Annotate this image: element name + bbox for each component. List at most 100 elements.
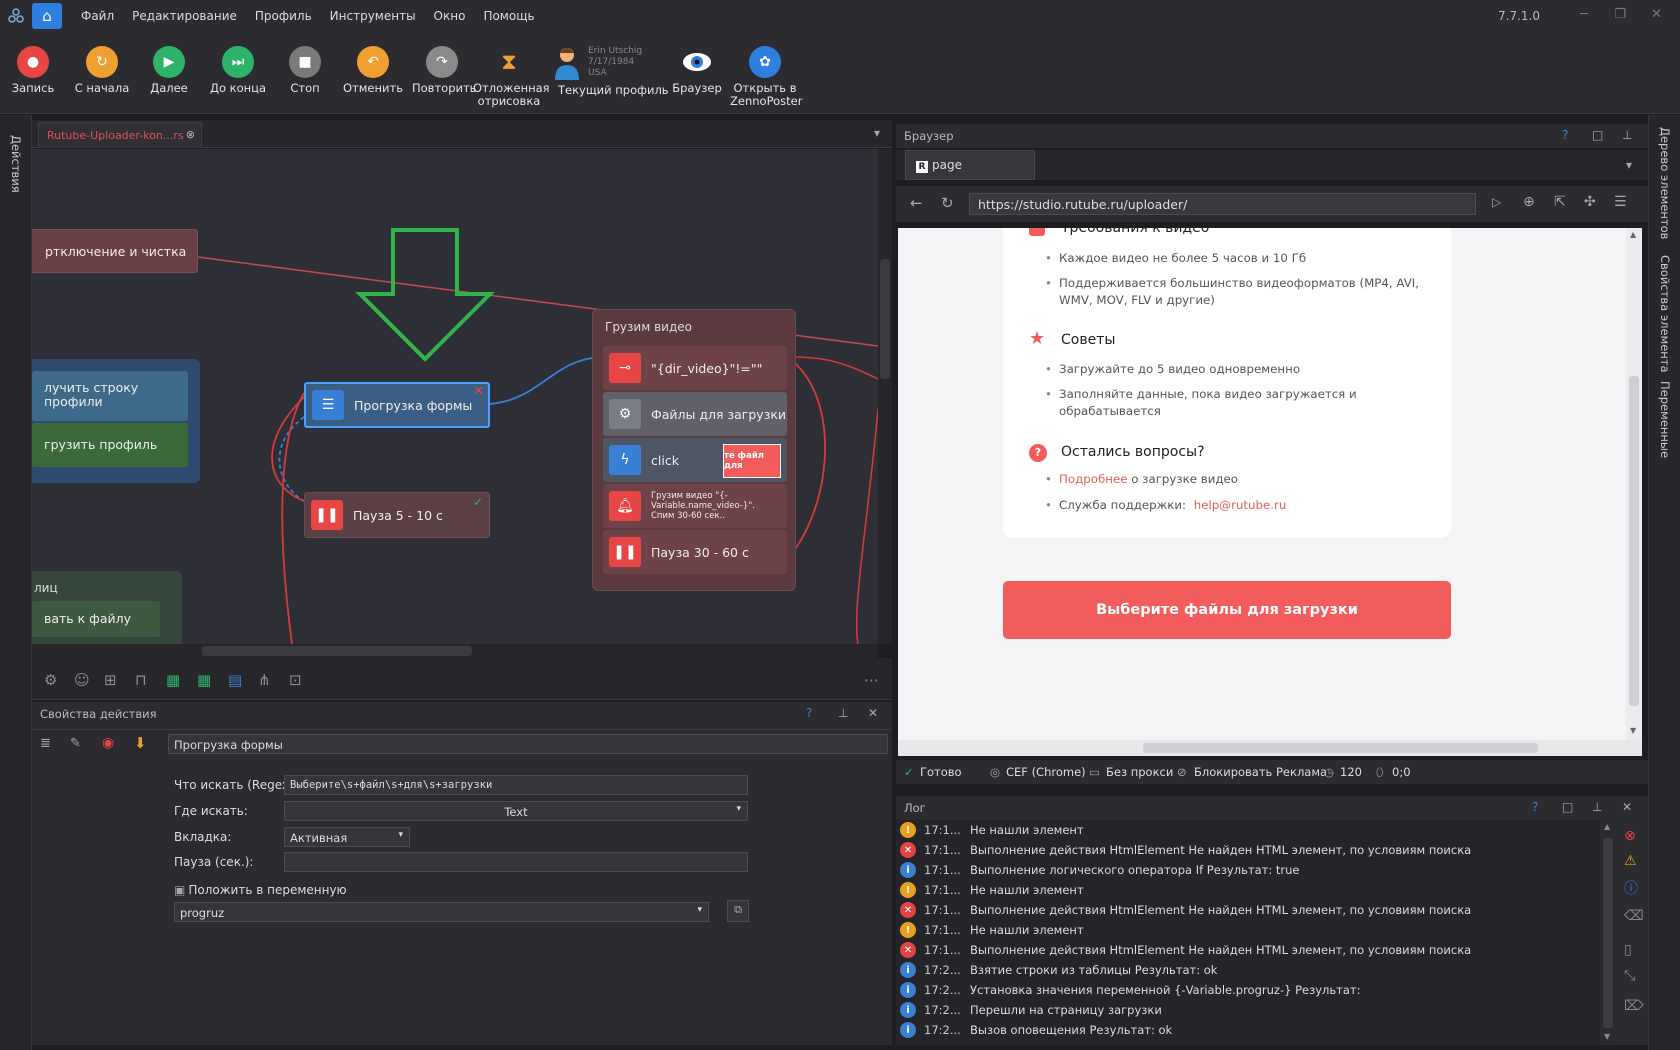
open-zennoposter-button[interactable]: ✿ Открыть в ZennoPoster xyxy=(730,46,802,108)
pin-icon[interactable]: ⊥ xyxy=(838,706,848,720)
float-icon[interactable]: □ xyxy=(1592,128,1603,142)
element-tree-tab[interactable]: Дерево элементов xyxy=(1658,127,1672,239)
panel-close-icon[interactable]: ✕ xyxy=(1622,800,1632,814)
filter-info-icon[interactable]: ⓘ xyxy=(1624,878,1638,898)
group-profile[interactable]: лучить строку профили грузить профиль xyxy=(32,359,200,483)
regex-input[interactable]: Выберите\s+файл\s+для\s+загрузки xyxy=(284,775,748,795)
next-button[interactable]: ▶ Далее xyxy=(143,46,195,95)
eraser-icon[interactable]: ⌦ xyxy=(1624,998,1644,1014)
support-email-link[interactable]: help@rutube.ru xyxy=(1194,498,1287,512)
add-circle-icon[interactable]: ⊕ xyxy=(1523,194,1535,210)
panel-close-icon[interactable]: ✕ xyxy=(868,706,878,720)
add-frame-icon[interactable]: ⊡ xyxy=(289,671,302,689)
canvas-vertical-scrollbar[interactable] xyxy=(878,149,892,644)
log-row[interactable]: i 17:2... Вызов оповещения Результат: ok xyxy=(896,1020,1616,1040)
node-pause-short[interactable]: ❚❚ Пауза 5 - 10 с ✓ xyxy=(304,492,490,538)
copy-variable-button[interactable]: ⧉ xyxy=(727,900,749,922)
table-alt-icon[interactable]: ▦ xyxy=(197,671,211,689)
log-row[interactable]: i 17:2... Установка значения переменной {-… xyxy=(896,980,1616,1000)
node-pause-long[interactable]: ❚❚ Пауза 30 - 60 с xyxy=(603,530,787,574)
menu-icon[interactable]: ☰ xyxy=(1614,194,1627,210)
filter-error-icon[interactable]: ⊗ xyxy=(1624,828,1636,844)
tree-icon[interactable]: ⋔ xyxy=(258,671,271,689)
select-files-button[interactable]: Выберите файлы для загрузки xyxy=(1003,581,1451,639)
variable-select[interactable]: progruz ▾ xyxy=(174,902,709,922)
node-get-row[interactable]: лучить строку профили xyxy=(32,371,188,421)
scroll-down-icon[interactable]: ▼ xyxy=(1630,726,1636,735)
table-icon[interactable]: ▦ xyxy=(166,671,180,689)
stop-button[interactable]: ■ Стоп xyxy=(280,46,330,95)
more-info-link[interactable]: Подробнее xyxy=(1059,472,1127,486)
node-load-profile[interactable]: грузить профиль xyxy=(32,423,188,467)
log-row[interactable]: ! 17:1... Не нашли элемент xyxy=(896,820,1616,840)
actions-panel-tab[interactable]: Действия xyxy=(9,135,23,193)
clear-log-icon[interactable]: ⌫ xyxy=(1624,908,1644,924)
reload-icon[interactable]: ↻ xyxy=(941,194,954,212)
log-row[interactable]: ✕ 17:1... Выполнение действия HtmlElement … xyxy=(896,900,1616,920)
resize-icon[interactable]: ⤡ xyxy=(1624,968,1635,984)
tabs-dropdown-icon[interactable]: ▾ xyxy=(1626,158,1632,172)
record-point-icon[interactable]: ◉ xyxy=(102,735,114,751)
browser-button[interactable]: Браузер xyxy=(672,46,722,95)
log-scrollbar[interactable]: ▲ ▼ xyxy=(1600,820,1616,1045)
close-icon[interactable]: ✕ xyxy=(1651,7,1662,22)
undo-button[interactable]: ↶ Отменить xyxy=(343,46,403,95)
list-icon[interactable]: ▤ xyxy=(228,671,242,689)
url-input[interactable]: https://studio.rutube.ru/uploader/ xyxy=(969,193,1476,215)
grid-icon[interactable]: ⊞ xyxy=(104,671,117,689)
node-condition[interactable]: ⊸ "{dir_video}"!="" xyxy=(603,346,787,390)
page-hscroll-thumb[interactable] xyxy=(1143,743,1538,753)
project-tab[interactable]: Rutube-Uploader-kon...rs ⊗ xyxy=(38,122,202,148)
home-button[interactable]: ⌂ xyxy=(32,3,62,29)
tab-close-icon[interactable]: ⊗ xyxy=(186,128,195,141)
tab-select[interactable]: Активная ▾ xyxy=(284,827,410,847)
node-upload-files[interactable]: ⚙ Файлы для загрузки xyxy=(603,392,787,436)
log-row[interactable]: ! 17:1... Не нашли элемент xyxy=(896,920,1616,940)
help-icon[interactable]: ? xyxy=(1532,800,1538,814)
canvas-hscroll-thumb[interactable] xyxy=(202,646,472,656)
pin-icon[interactable]: ⊥ xyxy=(1622,128,1632,142)
action-name-field[interactable]: Прогрузка формы xyxy=(168,734,888,754)
edit-properties-icon[interactable]: ✎ xyxy=(70,736,81,751)
redo-button[interactable]: ↷ Повторить xyxy=(412,46,476,95)
tab-dropdown-icon[interactable]: ▾ xyxy=(874,126,880,140)
browser-tab-page[interactable]: Rpage xyxy=(905,150,1035,180)
node-file-path[interactable]: вать к файлу xyxy=(32,601,160,637)
canvas-horizontal-scrollbar[interactable] xyxy=(32,644,878,658)
deferred-render-button[interactable]: ⧗ Отложенная отрисовка xyxy=(473,46,550,108)
pause-input[interactable] xyxy=(284,852,748,872)
restart-button[interactable]: ↻ С начала xyxy=(72,46,132,95)
menu-tools[interactable]: Инструменты xyxy=(321,9,425,23)
node-click[interactable]: ϟ click те файл для xyxy=(603,438,787,482)
scroll-up-icon[interactable]: ▲ xyxy=(1604,822,1610,831)
status-proxy[interactable]: Без прокси xyxy=(1106,765,1173,779)
log-row[interactable]: ! 17:1... Не нашли элемент xyxy=(896,880,1616,900)
project-canvas[interactable]: ртключение и чистка лучить строку профил… xyxy=(32,149,878,644)
save-var-label[interactable]: ▣ Положить в переменную xyxy=(174,883,347,897)
log-row[interactable]: i 17:2... Взятие строки из таблицы Результ… xyxy=(896,960,1616,980)
menu-window[interactable]: Окно xyxy=(425,9,475,23)
play-icon[interactable]: ▷ xyxy=(1492,195,1501,209)
status-ads[interactable]: Блокировать Реклама xyxy=(1194,765,1327,779)
more-icon[interactable]: ⋯ xyxy=(864,671,879,689)
status-engine[interactable]: CEF (Chrome) xyxy=(1006,765,1086,779)
log-row[interactable]: i 17:2... Перешли на страницу загрузки xyxy=(896,1000,1616,1020)
menu-profile[interactable]: Профиль xyxy=(246,9,321,23)
pin-icon[interactable]: ⊥ xyxy=(1592,800,1602,814)
back-icon[interactable]: ← xyxy=(910,194,923,212)
lock-icon[interactable]: ⊓ xyxy=(135,671,147,689)
mobile-icon[interactable]: ▯ xyxy=(1624,942,1632,958)
group-table[interactable]: лиц вать к файлу xyxy=(32,571,182,644)
log-scroll-thumb[interactable] xyxy=(1603,838,1613,1028)
log-row[interactable]: ✕ 17:1... Выполнение действия HtmlElement … xyxy=(896,940,1616,960)
status-timer[interactable]: 120 xyxy=(1340,765,1362,779)
log-row[interactable]: i 17:1... Выполнение логического оператора… xyxy=(896,860,1616,880)
variables-tab[interactable]: Переменные xyxy=(1658,381,1672,458)
scroll-down-icon[interactable]: ▼ xyxy=(1604,1032,1610,1041)
page-vscroll-thumb[interactable] xyxy=(1629,376,1639,706)
page-vertical-scrollbar[interactable]: ▲ ▼ xyxy=(1626,228,1642,740)
arrow-down-icon[interactable]: ⬇ xyxy=(134,734,147,752)
user-icon[interactable]: ☺ xyxy=(74,671,90,689)
node-form-load[interactable]: ☰ Прогрузка формы ✕ xyxy=(304,382,490,428)
to-end-button[interactable]: ⏭ До конца xyxy=(208,46,268,95)
